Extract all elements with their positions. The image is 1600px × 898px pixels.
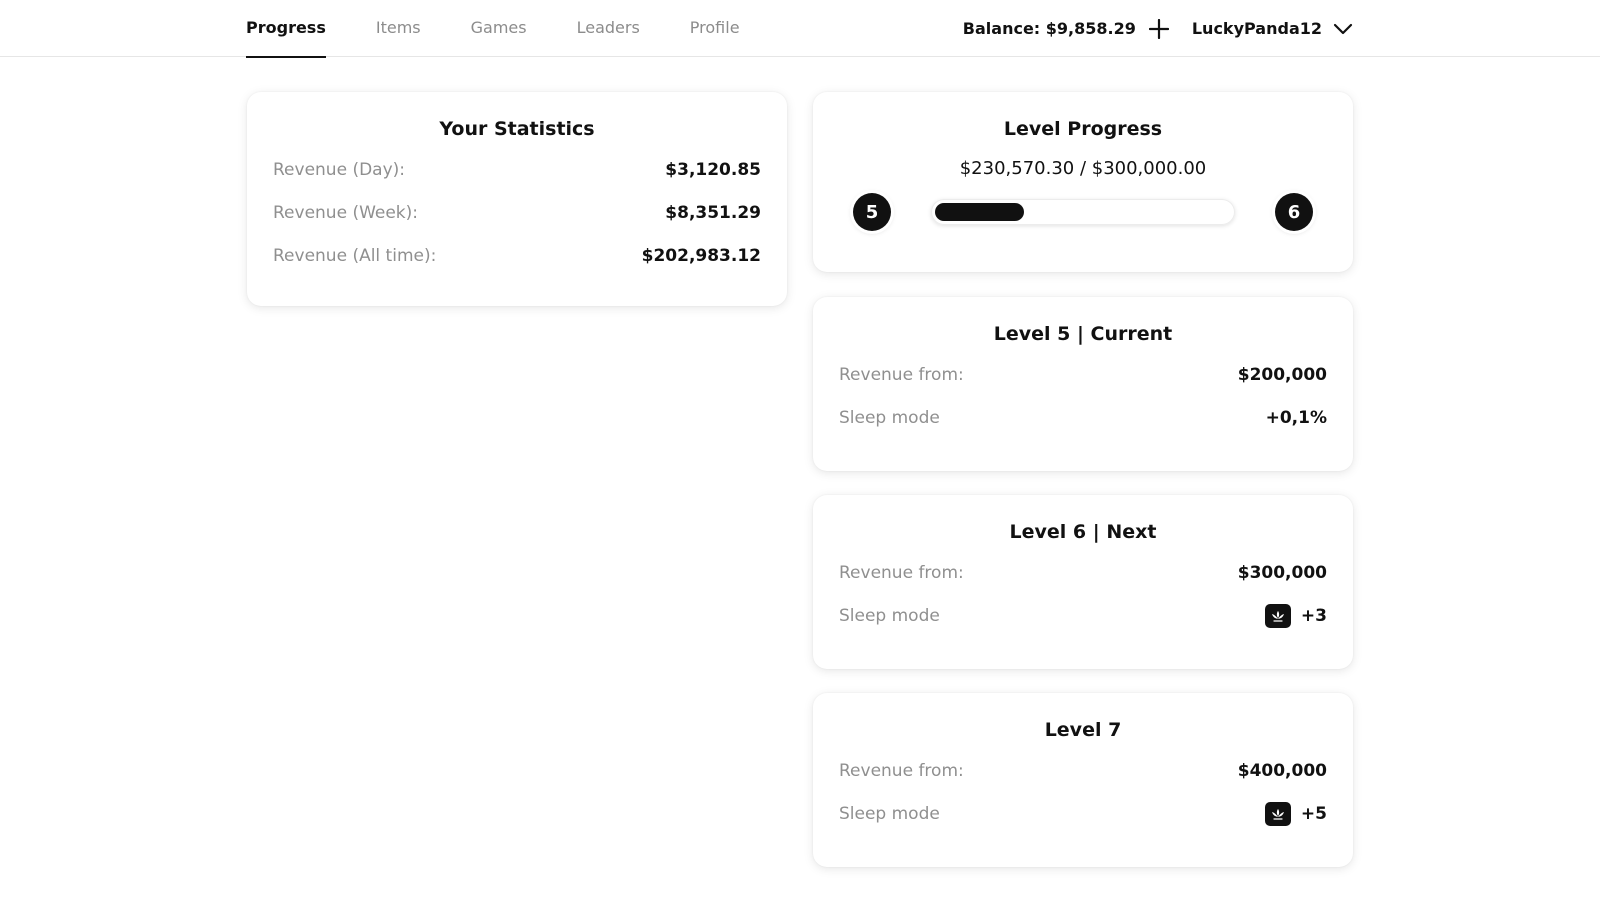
tab-progress[interactable]: Progress: [246, 0, 326, 58]
current-level-badge: 5: [853, 193, 891, 231]
sleep-label: Sleep mode: [839, 408, 940, 428]
stat-value: $8,351.29: [665, 203, 761, 223]
tab-leaders[interactable]: Leaders: [577, 0, 640, 57]
revenue-value: $400,000: [1237, 761, 1327, 781]
stat-value: $202,983.12: [641, 246, 761, 266]
lotus-icon: [1264, 604, 1291, 628]
tab-games[interactable]: Games: [471, 0, 527, 57]
revenue-value: $300,000: [1237, 563, 1327, 583]
revenue-row: Revenue from: $300,000: [839, 561, 1327, 585]
balance-text: Balance: $9,858.29: [962, 19, 1136, 38]
sleep-value: +3: [1300, 606, 1327, 626]
level-card-5: Level 5 | Current Revenue from: $200,000…: [813, 297, 1353, 471]
revenue-row: Revenue from: $200,000: [839, 363, 1327, 387]
sleep-value-wrap: +3: [1264, 604, 1327, 628]
level-card-7: Level 7 Revenue from: $400,000 Sleep mod…: [813, 693, 1353, 867]
user-menu-toggle[interactable]: [1332, 18, 1354, 40]
sleep-row: Sleep mode +0,1%: [839, 406, 1327, 430]
sleep-row: Sleep mode +3: [839, 604, 1327, 628]
tab-items[interactable]: Items: [376, 0, 421, 57]
statistics-title: Your Statistics: [439, 118, 595, 140]
level-title: Level 6 | Next: [1009, 521, 1157, 543]
tab-profile[interactable]: Profile: [690, 0, 740, 57]
level-card-6: Level 6 | Next Revenue from: $300,000 Sl…: [813, 495, 1353, 669]
sleep-value: +0,1%: [1265, 408, 1327, 428]
add-funds-button[interactable]: [1146, 16, 1172, 42]
progress-fill: [935, 203, 1024, 221]
revenue-label: Revenue from:: [839, 761, 964, 781]
chevron-down-icon: [1333, 23, 1353, 34]
level-title: Level 5 | Current: [993, 323, 1173, 345]
next-level-badge: 6: [1275, 193, 1313, 231]
revenue-label: Revenue from:: [839, 365, 964, 385]
sleep-label: Sleep mode: [839, 606, 940, 626]
stat-row-day: Revenue (Day): $3,120.85: [273, 158, 761, 182]
sleep-row: Sleep mode +5: [839, 802, 1327, 826]
level-progress-title: Level Progress: [1003, 118, 1163, 140]
stat-row-all-time: Revenue (All time): $202,983.12: [273, 244, 761, 268]
level-title: Level 7: [1044, 719, 1122, 741]
revenue-value: $200,000: [1237, 365, 1327, 385]
revenue-row: Revenue from: $400,000: [839, 759, 1327, 783]
top-bar: Progress Items Games Leaders Profile Bal…: [0, 0, 1600, 58]
stat-label: Revenue (Day):: [273, 160, 405, 180]
revenue-label: Revenue from:: [839, 563, 964, 583]
lotus-icon: [1264, 802, 1291, 826]
progress-bar-wrapper: 5 6: [839, 193, 1327, 233]
statistics-card: Your Statistics Revenue (Day): $3,120.85…: [247, 92, 787, 306]
sleep-value: +5: [1300, 804, 1327, 824]
header-right: Balance: $9,858.29 LuckyPanda12: [963, 0, 1354, 57]
sleep-value-wrap: +0,1%: [1266, 408, 1327, 428]
stat-label: Revenue (Week):: [273, 203, 419, 223]
main-nav: Progress Items Games Leaders Profile: [246, 0, 790, 58]
user-menu[interactable]: LuckyPanda12: [1192, 18, 1354, 40]
sleep-value-wrap: +5: [1264, 802, 1327, 826]
stat-value: $3,120.85: [665, 160, 761, 180]
stat-row-week: Revenue (Week): $8,351.29: [273, 201, 761, 225]
username: LuckyPanda12: [1191, 19, 1322, 38]
progress-track: [931, 199, 1235, 225]
level-progress-card: Level Progress $230,570.30 / $300,000.00…: [813, 92, 1353, 272]
stat-label: Revenue (All time):: [273, 246, 437, 266]
plus-icon: [1148, 18, 1169, 39]
sleep-label: Sleep mode: [839, 804, 940, 824]
progress-amount: $230,570.30 / $300,000.00: [959, 158, 1207, 179]
